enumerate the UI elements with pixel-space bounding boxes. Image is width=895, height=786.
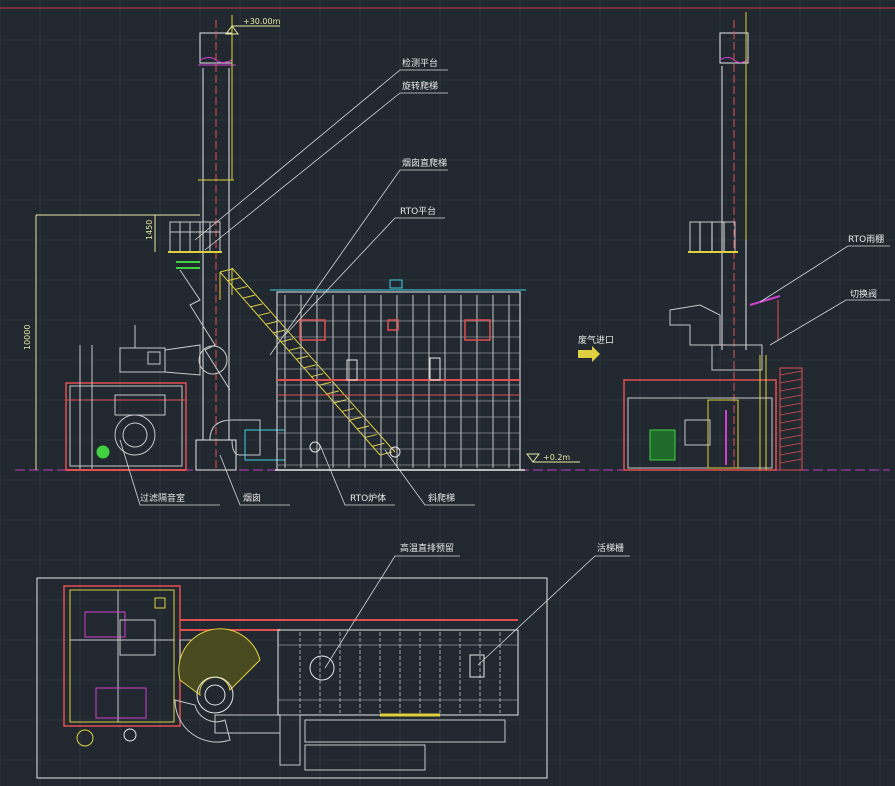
dimension-total-height [35, 214, 200, 470]
total-height-dim: 10000 [23, 325, 32, 350]
label-rto-rain-shed: RTO雨棚 [848, 233, 884, 245]
label-rto-furnace: RTO炉体 [350, 492, 386, 504]
elevation-top-marker [225, 25, 280, 35]
elevation-ground-label: +0.2m [543, 453, 570, 462]
left-elevation [35, 15, 396, 471]
label-chimney: 烟囱 [243, 492, 261, 504]
label-rto-platform: RTO平台 [400, 205, 436, 217]
label-chimney-straight-ladder: 烟囱直爬梯 [402, 157, 447, 169]
inclined-ladder-rungs [219, 268, 393, 456]
rto-furnace-elevation [270, 279, 526, 471]
chimney-left [195, 15, 237, 471]
right-stair-rungs [779, 370, 803, 464]
label-inclined-ladder: 斜爬梯 [428, 492, 455, 504]
label-filter-sound-room: 过滤隔音室 [140, 492, 185, 504]
label-switching-valve: 切换阀 [850, 288, 877, 300]
inspection-platform-left [168, 221, 222, 269]
label-inspection-platform: 检测平台 [402, 57, 438, 69]
elevation-top-label: +30.00m [243, 17, 281, 26]
label-spiral-ladder: 旋转爬梯 [402, 80, 438, 92]
inclined-ladder-left [219, 267, 396, 456]
right-elevation [623, 12, 803, 471]
platform-height-dim: 1450 [145, 220, 154, 240]
plan-view [36, 577, 548, 779]
label-high-temp-bypass: 高温直排预留 [400, 542, 454, 554]
label-waste-gas-inlet: 废气进口 [578, 334, 614, 346]
rto-plan-grid [278, 632, 518, 713]
background-grid [0, 0, 895, 786]
cad-drawing-canvas[interactable]: +30.00m +0.2m 10000 1450 检测平台 旋转爬梯 烟囱直爬梯… [0, 0, 895, 786]
label-handrail: 活梯栅 [597, 542, 624, 554]
